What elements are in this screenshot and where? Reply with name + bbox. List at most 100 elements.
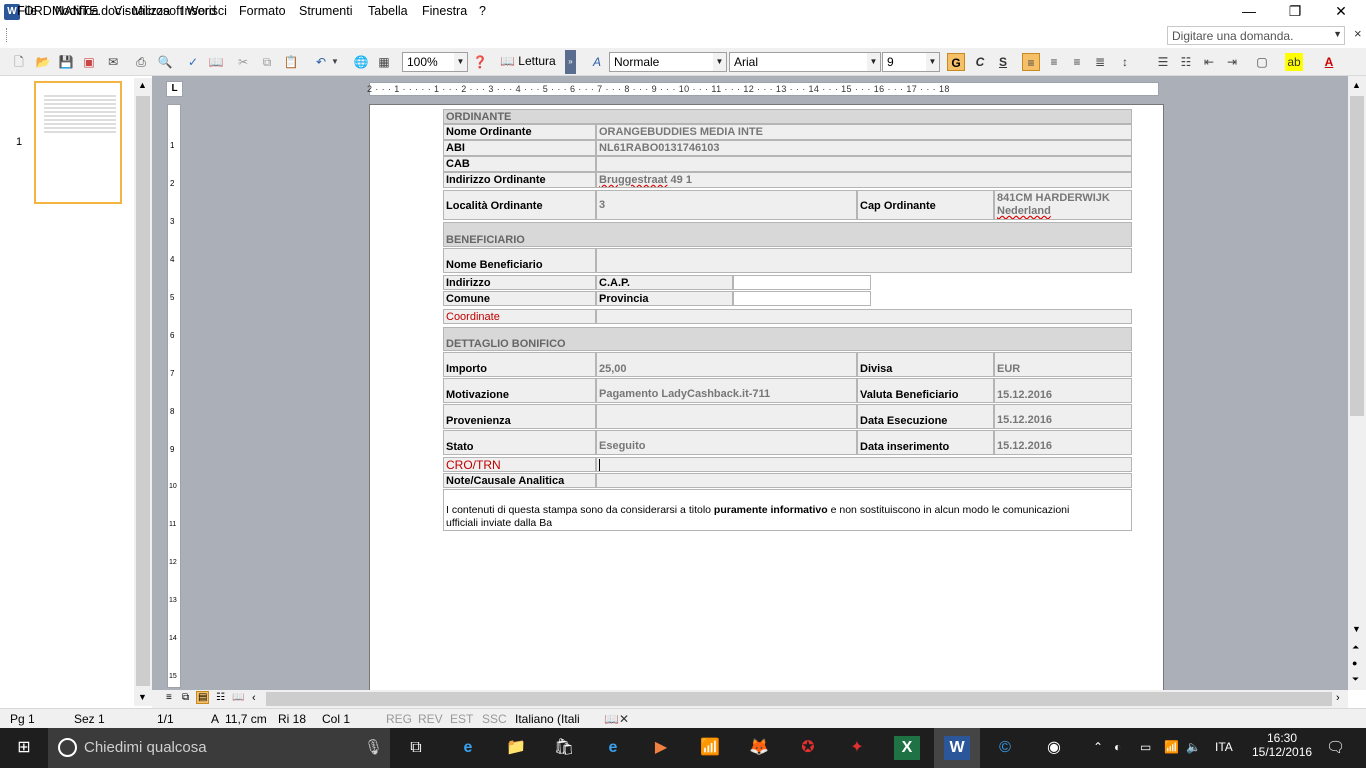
increase-indent-icon[interactable]: ⇥	[1223, 53, 1241, 71]
undo-icon[interactable]: ↶	[312, 53, 330, 71]
microphone-icon[interactable]: 🎙	[364, 738, 383, 756]
internet-explorer-icon[interactable]: e	[600, 736, 626, 760]
menu-tabella[interactable]: Tabella	[368, 4, 408, 18]
firefox-icon[interactable]: 🦊	[746, 736, 772, 760]
scroll-down-icon[interactable]: ▼	[138, 692, 147, 702]
chevron-down-icon[interactable]: ▼	[1333, 29, 1342, 39]
justify-icon[interactable]: ≣	[1091, 53, 1109, 71]
chevron-down-icon[interactable]: ▼	[454, 53, 467, 71]
hyperlink-icon[interactable]: 🌐	[352, 53, 370, 71]
scroll-left-icon[interactable]: ‹	[252, 692, 256, 704]
zoom-select[interactable]: 100% ▼	[402, 52, 468, 72]
menu-finestra[interactable]: Finestra	[422, 4, 467, 18]
copy-icon[interactable]: ⧉	[258, 53, 276, 71]
importo-value[interactable]: 25,00	[596, 352, 857, 377]
menu-file[interactable]: File	[17, 4, 37, 18]
undo-dropdown-icon[interactable]: ▼	[330, 53, 340, 71]
localita-value[interactable]: 3	[596, 190, 857, 220]
scroll-up-icon[interactable]: ▲	[1352, 80, 1361, 90]
status-reg[interactable]: REG	[386, 712, 412, 726]
table-icon[interactable]: ▦	[375, 53, 393, 71]
italic-button[interactable]: C	[971, 53, 989, 71]
outline-view-icon[interactable]: ☷	[216, 692, 225, 703]
next-page-icon[interactable]: ⏷	[1352, 674, 1359, 685]
tray-expand-icon[interactable]: ⌃	[1093, 740, 1103, 754]
menu-inserisci[interactable]: Inserisci	[181, 4, 227, 18]
chevron-down-icon[interactable]: ▼	[926, 53, 939, 71]
edge-icon[interactable]: e	[455, 736, 481, 760]
web-view-icon[interactable]: ⧉	[182, 692, 189, 703]
browse-object-icon[interactable]: ●	[1352, 658, 1357, 668]
new-document-icon[interactable]: 🗋	[10, 53, 28, 71]
windows-start-icon[interactable]: ⊞	[11, 736, 37, 760]
valuta-value[interactable]: 15.12.2016	[994, 378, 1132, 403]
stato-value[interactable]: Eseguito	[596, 430, 857, 455]
reading-view-icon[interactable]: 📖	[232, 692, 244, 703]
reading-layout-button[interactable]: 📖 Lettura	[497, 52, 563, 72]
chevron-down-icon[interactable]: ▼	[867, 53, 880, 71]
provenienza-value[interactable]	[596, 404, 857, 429]
horizontal-ruler[interactable]: 2 · · · 1 · · · · · 1 · · · 2 · · · 3 · …	[367, 82, 1159, 96]
media-player-icon[interactable]: ▶	[648, 736, 674, 760]
ask-question-input[interactable]: Digitare una domanda. ▼	[1167, 26, 1345, 45]
acrobat-icon[interactable]: ✦	[844, 736, 870, 760]
vertical-ruler[interactable]: 1 2 3 4 5 6 7 8 9 10 11 12 13 14 15	[167, 104, 181, 688]
data-esecuzione-value[interactable]: 15.12.2016	[994, 404, 1132, 429]
task-view-icon[interactable]: ⧉	[403, 736, 429, 760]
motivazione-value[interactable]: Pagamento LadyCashback.it-711	[596, 378, 857, 403]
network-icon[interactable]: 📶	[1164, 740, 1179, 754]
note-value[interactable]	[596, 473, 1132, 488]
bold-button[interactable]: G	[947, 53, 965, 71]
cap-ordinante-value[interactable]: 841CM HARDERWIJK Nederland	[994, 190, 1132, 220]
chrome-icon[interactable]: ◉	[1041, 736, 1067, 760]
toolbar-options-icon[interactable]: »	[565, 50, 576, 74]
cro-trn-value[interactable]	[596, 457, 1132, 472]
email-icon[interactable]: ✉	[104, 53, 122, 71]
align-left-icon[interactable]: ≡	[1022, 53, 1040, 71]
spelling-status-icon[interactable]: 📖✕	[604, 712, 629, 726]
research-icon[interactable]: 📖	[207, 53, 225, 71]
styles-formatting-icon[interactable]: A	[588, 53, 606, 71]
menu-visualizza[interactable]: Visualizza	[114, 4, 170, 18]
tray-app-icon[interactable]: ◐	[1114, 740, 1121, 754]
previous-page-icon[interactable]: ⏶	[1352, 642, 1359, 653]
scroll-up-icon[interactable]: ▲	[138, 80, 147, 90]
help-icon[interactable]: ❓	[471, 53, 489, 71]
restore-button[interactable]: ❐	[1272, 0, 1318, 24]
input-language[interactable]: ITA	[1215, 740, 1233, 754]
wifi-tool-icon[interactable]: 📶	[697, 736, 723, 760]
provincia-value[interactable]	[733, 291, 871, 306]
borders-icon[interactable]: ▢	[1253, 53, 1271, 71]
file-explorer-icon[interactable]: 📁	[503, 736, 529, 760]
scroll-thumb[interactable]	[136, 96, 150, 686]
close-document-button[interactable]: ×	[1354, 26, 1364, 44]
abi-value[interactable]: NL61RABO0131746103	[596, 140, 1132, 156]
close-button[interactable]: ✕	[1318, 0, 1364, 24]
paste-icon[interactable]: 📋	[282, 53, 300, 71]
open-folder-icon[interactable]: 📂	[34, 53, 52, 71]
volume-icon[interactable]: 🔈	[1186, 740, 1201, 754]
menu-help[interactable]: ?	[479, 4, 486, 18]
font-color-icon[interactable]: A	[1320, 53, 1338, 71]
print-preview-icon[interactable]: 🔍	[156, 53, 174, 71]
menu-formato[interactable]: Formato	[239, 4, 286, 18]
nome-beneficiario-value[interactable]	[596, 248, 1132, 273]
scroll-down-icon[interactable]: ▼	[1352, 624, 1361, 634]
cab-value[interactable]	[596, 156, 1132, 172]
style-select[interactable]: Normale ▼	[609, 52, 727, 72]
store-icon[interactable]: 🛍	[551, 736, 577, 760]
bullets-icon[interactable]: ☷	[1177, 53, 1195, 71]
align-center-icon[interactable]: ≡	[1045, 53, 1063, 71]
save-icon[interactable]: 💾	[57, 53, 75, 71]
ccleaner-icon[interactable]: ©	[992, 736, 1018, 760]
print-icon[interactable]: ⎙	[132, 53, 150, 71]
scroll-right-icon[interactable]: ›	[1336, 692, 1340, 704]
spelling-icon[interactable]: ✓	[184, 53, 202, 71]
page-thumbnail[interactable]	[34, 81, 122, 204]
divisa-value[interactable]: EUR	[994, 352, 1132, 377]
highlight-icon[interactable]: ab	[1285, 53, 1303, 71]
status-language[interactable]: Italiano (Itali	[515, 712, 580, 726]
clock[interactable]: 16:30 15/12/2016	[1252, 731, 1312, 759]
scroll-thumb[interactable]	[1350, 96, 1364, 416]
cortana-search[interactable]: Chiedimi qualcosa 🎙	[48, 728, 390, 768]
